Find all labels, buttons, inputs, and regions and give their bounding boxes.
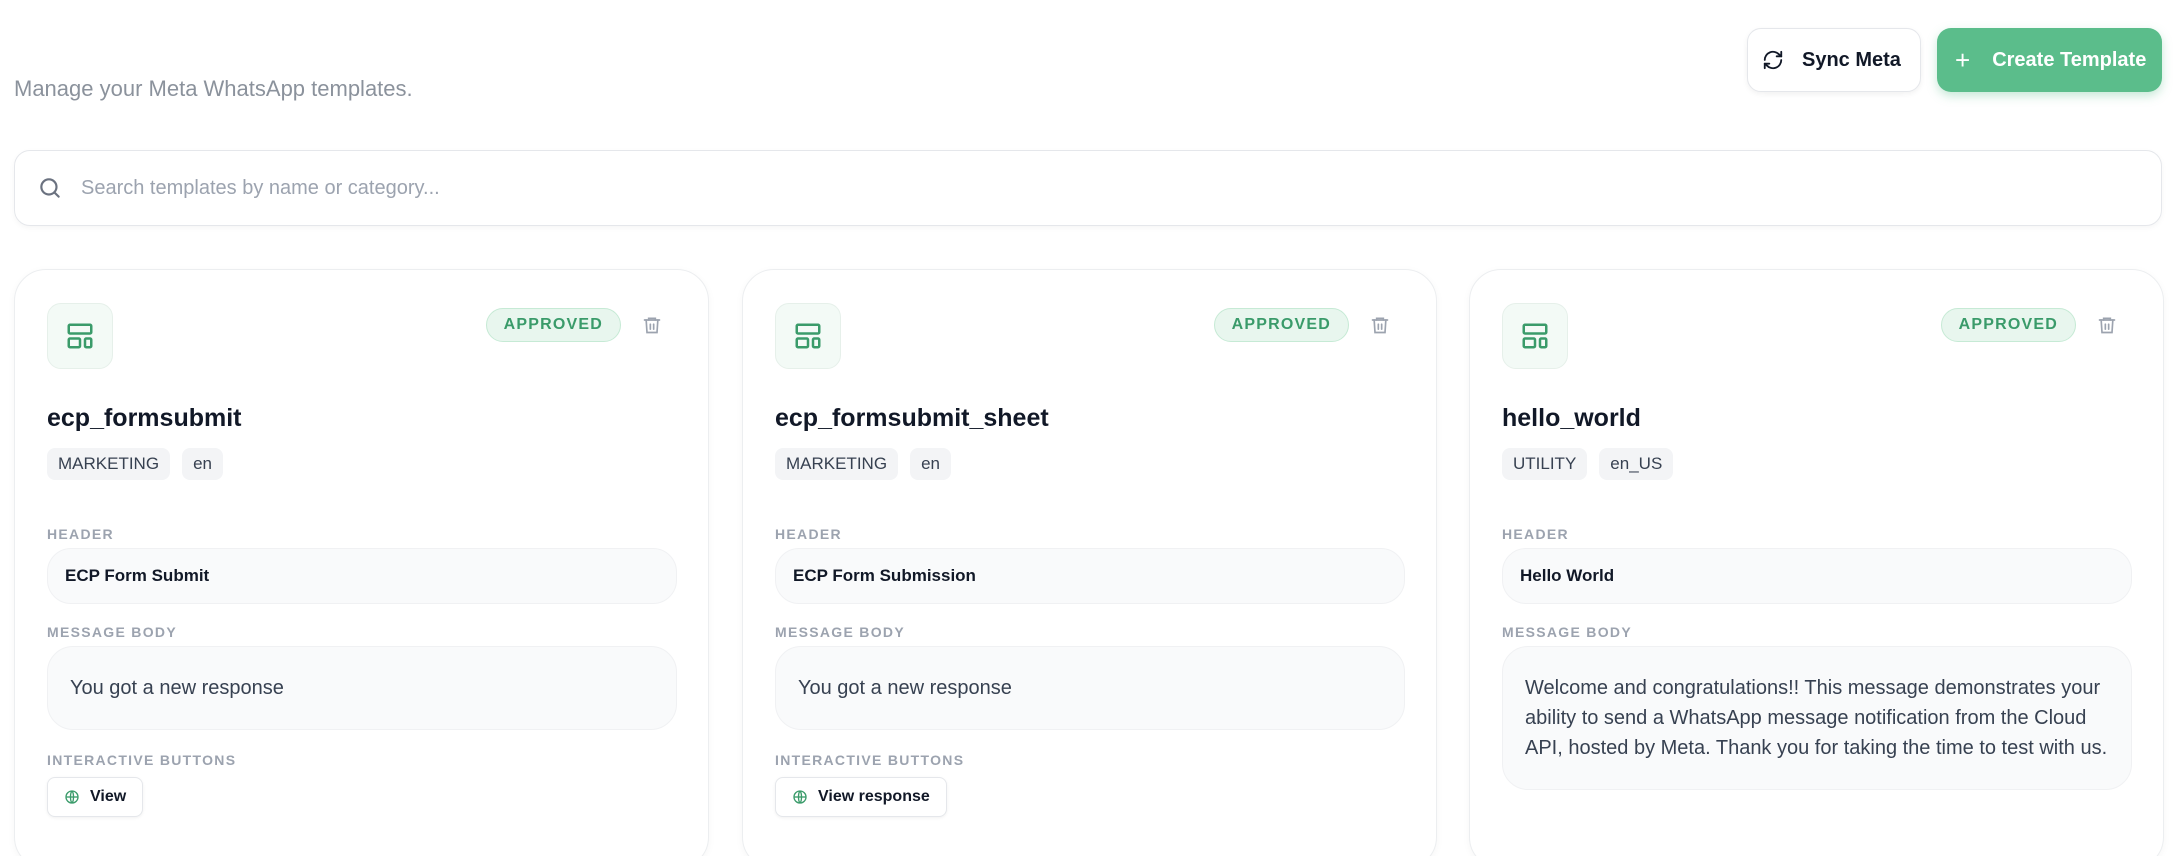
trash-icon[interactable] bbox=[1368, 312, 1392, 338]
template-card: APPROVED ecp_formsubmit_sheet MARKETING … bbox=[742, 269, 1437, 856]
interactive-buttons-label: INTERACTIVE BUTTONS bbox=[775, 752, 965, 768]
refresh-icon bbox=[1763, 50, 1783, 70]
sync-meta-label: Sync Meta bbox=[1802, 48, 1901, 71]
sync-meta-button[interactable]: Sync Meta bbox=[1747, 28, 1921, 92]
template-tags: MARKETING en bbox=[47, 448, 223, 480]
templates-page: Manage your Meta WhatsApp templates. Syn… bbox=[0, 0, 2180, 856]
status-badge: APPROVED bbox=[1213, 308, 1349, 342]
category-tag: UTILITY bbox=[1502, 448, 1588, 480]
message-body-value: You got a new response bbox=[775, 646, 1405, 730]
create-template-button[interactable]: + Create Template bbox=[1937, 28, 2162, 92]
search-bar bbox=[14, 150, 2162, 226]
message-body-label: MESSAGE BODY bbox=[47, 624, 177, 640]
message-body-value: Welcome and congratulations!! This messa… bbox=[1502, 646, 2132, 790]
create-template-label: Create Template bbox=[1992, 48, 2147, 71]
template-name: ecp_formsubmit_sheet bbox=[775, 404, 1049, 432]
template-card: APPROVED hello_world UTILITY en_US HEADE… bbox=[1469, 269, 2164, 856]
globe-icon bbox=[793, 790, 807, 804]
header-label: HEADER bbox=[47, 526, 114, 542]
header-value: ECP Form Submit bbox=[47, 548, 677, 604]
template-name: ecp_formsubmit bbox=[47, 404, 242, 432]
category-tag: MARKETING bbox=[47, 448, 171, 480]
language-tag: en bbox=[910, 448, 951, 480]
template-name: hello_world bbox=[1502, 404, 1641, 432]
header-value: ECP Form Submission bbox=[775, 548, 1405, 604]
language-tag: en bbox=[182, 448, 223, 480]
trash-icon[interactable] bbox=[2095, 312, 2119, 338]
header-label: HEADER bbox=[775, 526, 842, 542]
language-tag: en_US bbox=[1599, 448, 1674, 480]
search-icon bbox=[40, 178, 60, 198]
template-action-button[interactable]: View response bbox=[775, 777, 947, 817]
template-card: APPROVED ecp_formsubmit MARKETING en HEA… bbox=[14, 269, 709, 856]
globe-icon bbox=[65, 790, 79, 804]
message-body-value: You got a new response bbox=[47, 646, 677, 730]
template-action-button[interactable]: View bbox=[47, 777, 144, 817]
page-subtitle: Manage your Meta WhatsApp templates. bbox=[14, 76, 413, 101]
layout-template-icon bbox=[1502, 303, 1568, 369]
header-value: Hello World bbox=[1502, 548, 2132, 604]
plus-icon: + bbox=[1955, 45, 1971, 75]
message-body-label: MESSAGE BODY bbox=[1502, 624, 1632, 640]
trash-icon[interactable] bbox=[640, 312, 664, 338]
status-badge: APPROVED bbox=[1940, 308, 2076, 342]
layout-template-icon bbox=[47, 303, 113, 369]
template-action-label: View bbox=[90, 788, 127, 805]
template-tags: UTILITY en_US bbox=[1502, 448, 1674, 480]
layout-template-icon bbox=[775, 303, 841, 369]
status-badge: APPROVED bbox=[485, 308, 621, 342]
interactive-buttons-label: INTERACTIVE BUTTONS bbox=[47, 752, 237, 768]
header-label: HEADER bbox=[1502, 526, 1569, 542]
message-body-label: MESSAGE BODY bbox=[775, 624, 905, 640]
template-tags: MARKETING en bbox=[775, 448, 951, 480]
category-tag: MARKETING bbox=[775, 448, 899, 480]
template-action-label: View response bbox=[818, 788, 930, 805]
search-input[interactable] bbox=[81, 176, 1981, 200]
